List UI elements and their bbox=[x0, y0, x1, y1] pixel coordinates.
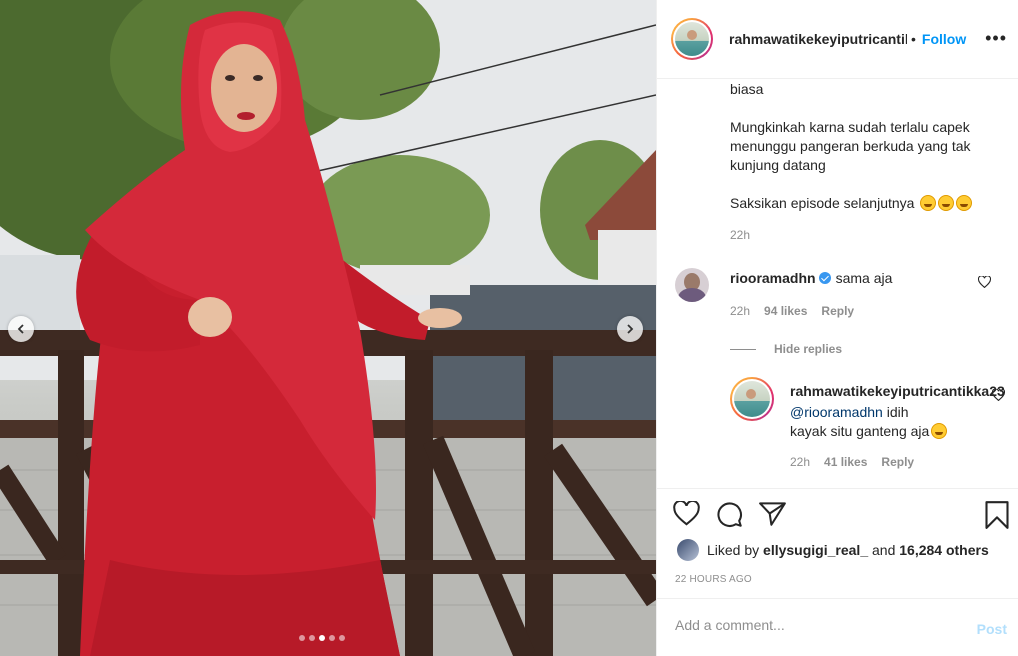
likes-summary: Liked by ellysugigi_real_ and 16,284 oth… bbox=[677, 539, 989, 561]
post-timestamp[interactable]: 22 HOURS AGO bbox=[675, 574, 752, 585]
comment-meta: 22h 94 likes Reply bbox=[730, 304, 854, 318]
comment-text: sama aja bbox=[835, 270, 893, 286]
carousel-dot bbox=[309, 635, 315, 641]
rofl-emoji-icon bbox=[956, 195, 973, 211]
reply-author-username[interactable]: rahmawatikekeyiputricantikka23 bbox=[790, 383, 1018, 399]
reply-button[interactable]: Reply bbox=[821, 304, 854, 318]
caption-time[interactable]: 22h bbox=[730, 228, 750, 242]
commenter-avatar[interactable] bbox=[675, 268, 709, 302]
share-button[interactable] bbox=[759, 501, 786, 531]
comment-input[interactable] bbox=[675, 617, 955, 633]
liker-username[interactable]: ellysugigi_real_ bbox=[763, 542, 868, 558]
carousel-dot bbox=[299, 635, 305, 641]
carousel-prev-button[interactable] bbox=[8, 316, 34, 342]
verified-icon bbox=[818, 272, 831, 284]
chevron-right-icon bbox=[627, 324, 634, 334]
grin-sweat-emoji-icon bbox=[931, 423, 948, 439]
author-avatar[interactable] bbox=[671, 18, 713, 60]
reply-text: @riooramadhn idih kayak situ ganteng aja bbox=[790, 403, 1000, 441]
carousel-dot bbox=[329, 635, 335, 641]
post-caption: biasa Mungkinkah karna sudah terlalu cap… bbox=[730, 80, 1005, 213]
carousel-dot bbox=[339, 635, 345, 641]
caption-line: biasa bbox=[730, 81, 764, 97]
like-button[interactable] bbox=[673, 499, 700, 531]
likes-count-link[interactable]: 16,284 others bbox=[899, 542, 989, 558]
carousel-dots bbox=[299, 635, 345, 641]
header-separator: • bbox=[911, 31, 916, 47]
heart-icon bbox=[673, 499, 700, 526]
mention-link[interactable]: @riooramadhn bbox=[790, 404, 883, 420]
comment-time[interactable]: 22h bbox=[730, 304, 750, 318]
photo-illustration bbox=[0, 0, 656, 656]
follow-button[interactable]: Follow bbox=[922, 31, 966, 47]
carousel-dot bbox=[319, 635, 325, 641]
divider-line bbox=[730, 348, 756, 350]
commenter-username[interactable]: riooramadhn bbox=[730, 270, 816, 286]
reply-time[interactable]: 22h bbox=[790, 455, 810, 469]
reply-button[interactable]: Reply bbox=[881, 455, 914, 469]
bookmark-icon bbox=[985, 501, 1009, 529]
share-icon bbox=[759, 502, 786, 526]
like-comment-heart-icon[interactable] bbox=[978, 276, 991, 288]
comment-button[interactable] bbox=[716, 501, 743, 531]
like-reply-heart-icon[interactable] bbox=[992, 389, 1005, 401]
post-comment-button[interactable]: Post bbox=[977, 621, 1007, 637]
add-comment-bar: Post bbox=[657, 598, 1018, 656]
save-button[interactable] bbox=[985, 501, 1009, 532]
comment-icon bbox=[717, 502, 742, 527]
post-photo[interactable] bbox=[0, 0, 656, 656]
caption-line: Mungkinkah karna sudah terlalu capek men… bbox=[730, 119, 971, 173]
rofl-emoji-icon bbox=[920, 195, 937, 211]
hide-replies-button[interactable]: Hide replies bbox=[730, 342, 842, 356]
more-options-icon[interactable]: ••• bbox=[985, 28, 1007, 48]
reply-meta: 22h 41 likes Reply bbox=[790, 455, 914, 469]
caption-line: Saksikan episode selanjutnya bbox=[730, 194, 1005, 213]
comments-list[interactable]: biasa Mungkinkah karna sudah terlalu cap… bbox=[657, 80, 1018, 488]
reply-likes[interactable]: 41 likes bbox=[824, 455, 867, 469]
post-actions: Liked by ellysugigi_real_ and 16,284 oth… bbox=[657, 488, 1018, 598]
hide-replies-label: Hide replies bbox=[774, 342, 843, 356]
carousel-next-button[interactable] bbox=[617, 316, 643, 342]
post-side-panel: rahmawatikekeyiputricantikka23 • Follow … bbox=[656, 0, 1018, 656]
reply-author-avatar[interactable] bbox=[730, 377, 774, 421]
post-header: rahmawatikekeyiputricantikka23 • Follow … bbox=[657, 0, 1018, 79]
liker-avatar[interactable] bbox=[677, 539, 699, 561]
chevron-left-icon bbox=[17, 324, 24, 334]
author-username[interactable]: rahmawatikekeyiputricantikka23 bbox=[729, 31, 907, 47]
rofl-emoji-icon bbox=[938, 195, 955, 211]
comment-likes[interactable]: 94 likes bbox=[764, 304, 807, 318]
